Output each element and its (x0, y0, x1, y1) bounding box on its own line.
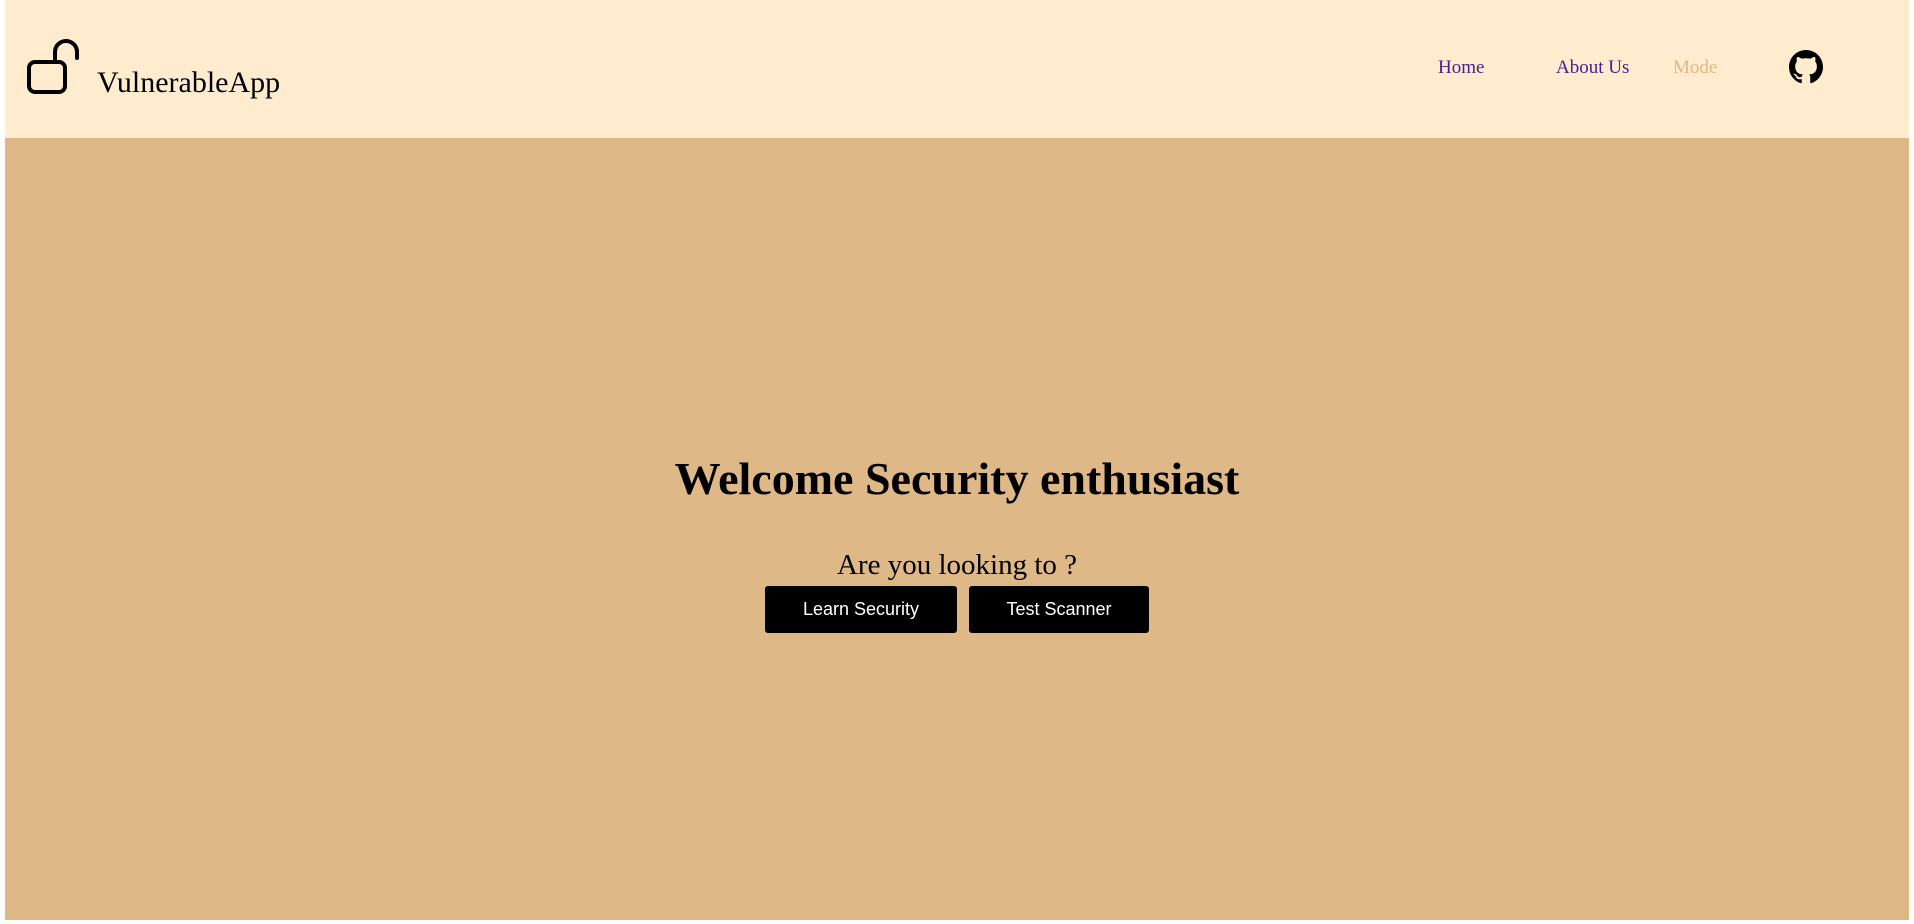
app-name: VulnerableApp (97, 66, 281, 99)
github-link[interactable] (1789, 50, 1823, 84)
hero-section: Welcome Security enthusiast Are you look… (5, 138, 1909, 920)
welcome-heading: Welcome Security enthusiast (674, 453, 1240, 504)
question-text: Are you looking to ? (836, 549, 1077, 581)
nav-about-link[interactable]: About Us (1556, 58, 1629, 77)
unlocked-padlock-icon (27, 39, 79, 94)
header: VulnerableApp Home About Us Mode (5, 0, 1909, 138)
test-scanner-button[interactable]: Test Scanner (969, 586, 1149, 633)
page: VulnerableApp Home About Us Mode Welcome… (5, 0, 1909, 920)
nav-mode-link[interactable]: Mode (1673, 58, 1717, 77)
nav-home-link[interactable]: Home (1438, 58, 1484, 77)
learn-security-button[interactable]: Learn Security (765, 586, 957, 633)
github-icon (1789, 50, 1823, 84)
